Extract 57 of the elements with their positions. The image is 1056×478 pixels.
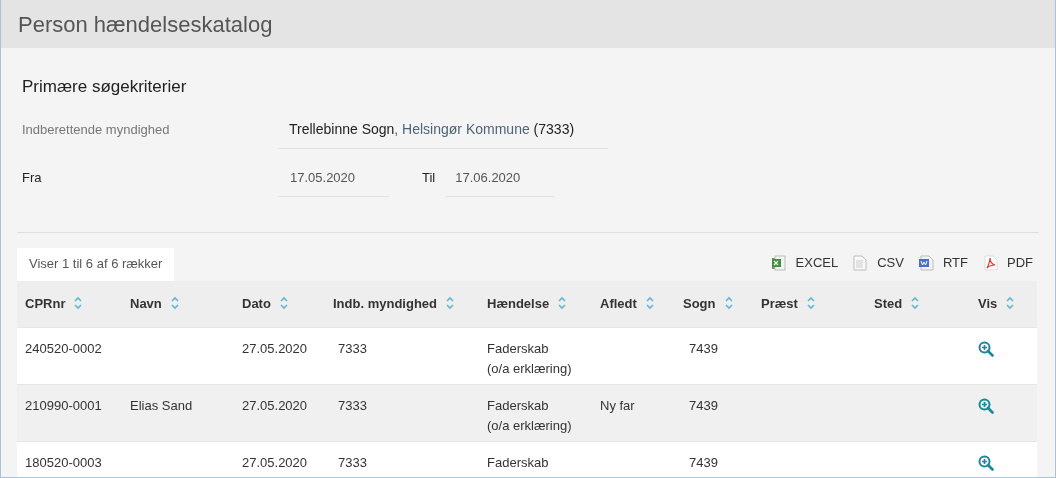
table-cell: 27.05.2020 (242, 341, 308, 356)
table-cell: 7333 (338, 455, 367, 470)
table-cell: 7439 (689, 398, 718, 413)
sort-icon[interactable] (723, 296, 734, 310)
word-file-icon (917, 254, 934, 271)
sort-icon[interactable] (644, 296, 655, 310)
table-cell: Faderskab (o/a erklæring) (487, 398, 572, 433)
field-label: Til (422, 169, 436, 188)
pdf-file-icon (982, 254, 998, 271)
table-cell: 240520-0002 (25, 341, 102, 356)
column-header[interactable]: Vis (978, 296, 998, 311)
table-cell: 7333 (338, 398, 367, 413)
page-title: Person hændelseskatalog (18, 10, 273, 39)
sort-icon[interactable] (278, 296, 289, 310)
field-label: Fra (22, 169, 43, 188)
column-header[interactable]: CPRnr (25, 296, 66, 311)
column-header[interactable]: Dato (242, 296, 271, 311)
date-field[interactable]: 17.05.2020 (278, 159, 389, 197)
date-field[interactable]: 17.06.2020 (445, 159, 556, 197)
export-link[interactable]: PDF (982, 253, 1033, 273)
table-cell: Elias Sand (130, 398, 193, 413)
sort-icon[interactable] (910, 296, 921, 310)
table-cell: Faderskab (487, 455, 549, 470)
field-label: Indberettende myndighed (22, 121, 171, 140)
section-heading: Primære søgekriterier (22, 76, 188, 98)
table-cell: 180520-0003 (25, 455, 102, 470)
table-cell: 210990-0001 (25, 398, 102, 413)
export-link[interactable]: EXCEL (770, 253, 839, 273)
table-cell: 7439 (689, 455, 718, 470)
table-cell: Ny far (600, 398, 635, 413)
table-cell: 7333 (338, 341, 367, 356)
column-header[interactable]: Hændelse (487, 296, 550, 311)
column-header[interactable]: Indb. myndighed (333, 296, 437, 311)
column-header[interactable]: Sted (874, 296, 903, 311)
table-info: Viser 1 til 6 af 6 rækker (17, 247, 175, 281)
column-header[interactable]: Præst (761, 296, 798, 311)
zoom-in-icon[interactable] (978, 455, 994, 471)
sort-icon[interactable] (445, 296, 455, 310)
sort-icon[interactable] (805, 296, 816, 310)
sort-icon[interactable] (1005, 296, 1016, 310)
export-link[interactable]: RTF (917, 253, 968, 273)
table-cell: Faderskab (o/a erklæring) (487, 341, 572, 376)
excel-file-icon (770, 254, 787, 271)
export-link[interactable]: CSV (852, 253, 904, 273)
sort-icon[interactable] (169, 296, 180, 310)
table-cell: 7439 (689, 341, 718, 356)
column-header[interactable]: Navn (130, 296, 162, 311)
document-icon (852, 254, 869, 271)
sort-icon[interactable] (73, 296, 84, 310)
table-cell: 27.05.2020 (242, 455, 308, 470)
zoom-in-icon[interactable] (978, 341, 994, 357)
column-header[interactable]: Sogn (683, 296, 716, 311)
column-header[interactable]: Afledt (600, 296, 637, 311)
sort-icon[interactable] (557, 296, 568, 310)
zoom-in-icon[interactable] (978, 398, 994, 414)
authority-field[interactable]: Trellebinne Sogn, Helsingør Kommune (7333) (278, 111, 608, 149)
table-cell: 27.05.2020 (242, 398, 308, 413)
